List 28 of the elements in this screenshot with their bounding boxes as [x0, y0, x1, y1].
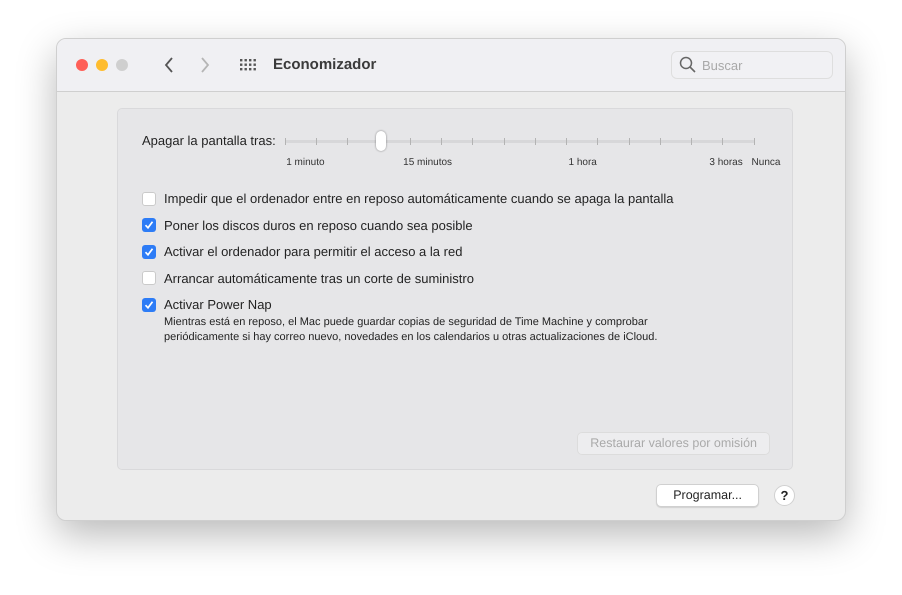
slider-thumb[interactable] — [376, 131, 386, 151]
zoom-button[interactable] — [116, 59, 128, 71]
tick-label: 15 minutos — [403, 156, 452, 170]
checkbox[interactable] — [142, 244, 156, 259]
checkbox-label[interactable]: Arrancar automáticamente tras un corte de suministro — [164, 268, 474, 288]
tick-label: 1 hora — [568, 156, 597, 170]
checkbox[interactable] — [142, 218, 156, 232]
tick-label: 1 minuto — [286, 156, 325, 170]
checkbox[interactable] — [142, 271, 156, 286]
window-title: Economizador — [273, 54, 376, 75]
grid-icon[interactable] — [239, 58, 257, 72]
schedule-button[interactable]: Programar... — [656, 484, 759, 507]
forward-icon[interactable] — [200, 57, 210, 73]
checkbox-label[interactable]: Poner los discos duros en reposo cuando sea posible — [164, 216, 473, 235]
checkbox-label[interactable]: Impedir que el ordenador entre en reposo automáticamente cuando se apaga la pantalla — [164, 189, 674, 208]
slider-label: Apagar la pantalla tras: — [142, 132, 276, 150]
option-description: Mientras está en reposo, el Mac puede guardar copias de seguridad de Time Machine y comprobar periódicamente si hay correo nuevo, novedades en los calendarios u otras actualizaciones de iCloud. — [164, 314, 658, 344]
tick-label: Nunca — [752, 156, 780, 170]
checkbox-label[interactable]: Activar el ordenador para permitir el acceso a la red — [164, 242, 462, 262]
close-button[interactable] — [76, 59, 88, 71]
checkbox-label[interactable]: Activar Power Nap — [164, 295, 272, 314]
checkbox[interactable] — [142, 192, 156, 206]
back-icon[interactable] — [164, 57, 174, 73]
help-button[interactable]: ? — [774, 484, 795, 506]
checkbox[interactable] — [142, 298, 156, 312]
search-field[interactable]: Buscar — [671, 51, 833, 79]
minimize-button[interactable] — [96, 59, 108, 71]
tick-label: 3 horas — [709, 156, 743, 170]
